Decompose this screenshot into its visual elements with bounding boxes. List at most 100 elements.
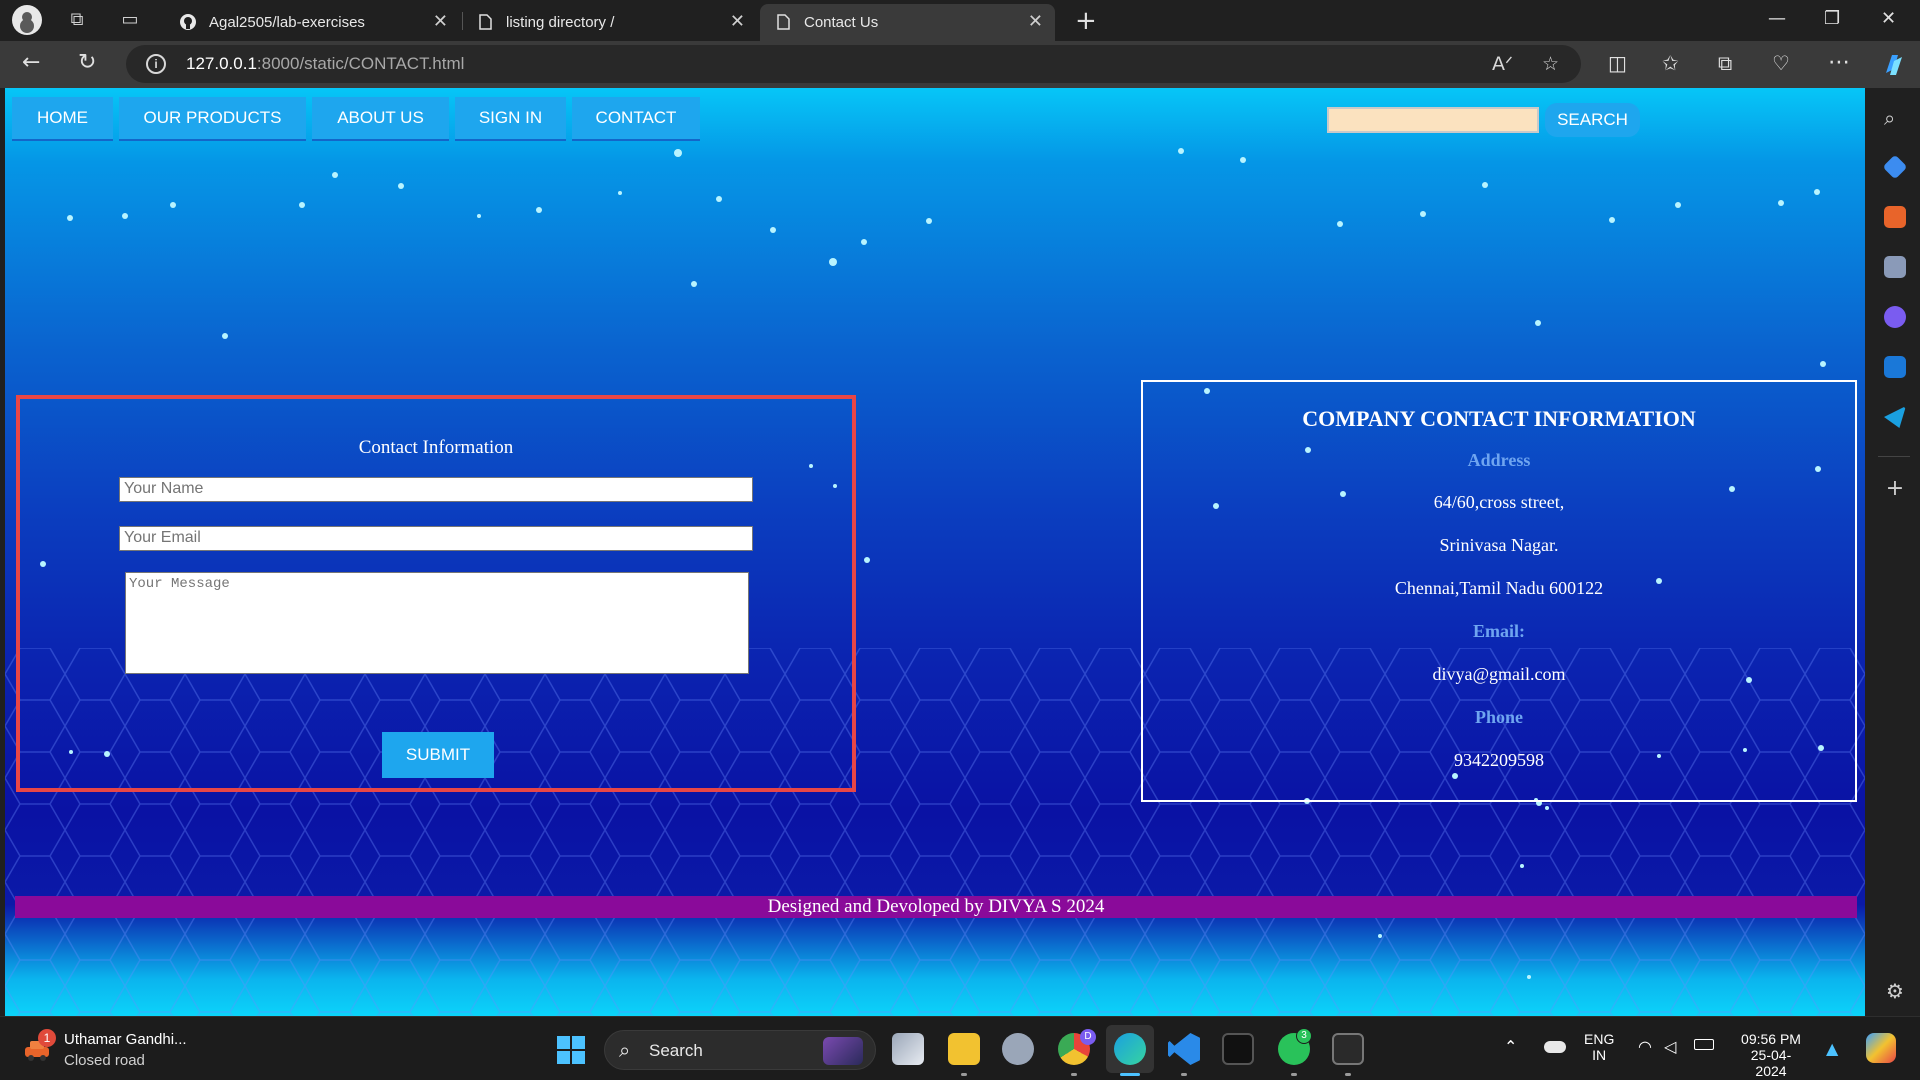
- contact-form: Contact Information Your Name Your Email…: [16, 395, 856, 792]
- terminal-window-icon[interactable]: [1222, 1033, 1254, 1065]
- more-options-icon[interactable]: ⋯: [1828, 50, 1850, 76]
- close-tab-icon[interactable]: ✕: [1028, 11, 1043, 32]
- favorites-icon[interactable]: ✩: [1662, 50, 1679, 76]
- workspaces-icon[interactable]: ⧉: [66, 9, 88, 31]
- close-tab-icon[interactable]: ✕: [433, 11, 448, 32]
- taskbar-search[interactable]: ⌕ Search: [604, 1030, 876, 1070]
- address-bar[interactable]: i 127.0.0.1:8000/static/CONTACT.html Aᐟ …: [126, 45, 1581, 83]
- menu-label: HOME: [37, 108, 88, 127]
- sidebar-search-icon[interactable]: ⌕: [1884, 106, 1906, 130]
- form-title: Contact Information: [358, 437, 514, 458]
- games-icon[interactable]: [1884, 256, 1906, 278]
- read-aloud-icon[interactable]: Aᐟ: [1492, 53, 1513, 75]
- menu-label: OUR PRODUCTS: [143, 108, 282, 127]
- vscode-icon[interactable]: [1168, 1033, 1200, 1065]
- submit-button[interactable]: SUBMIT: [382, 732, 494, 778]
- email-field[interactable]: Your Email: [119, 526, 753, 551]
- copilot-icon[interactable]: [1880, 51, 1908, 79]
- file-explorer-icon[interactable]: [948, 1033, 980, 1065]
- settings-app-icon[interactable]: [1002, 1033, 1034, 1065]
- task-view-icon[interactable]: [892, 1033, 924, 1065]
- company-email: divya@gmail.com: [1432, 664, 1566, 684]
- name-field[interactable]: Your Name: [119, 477, 753, 502]
- browser-essentials-icon[interactable]: ♡: [1772, 50, 1790, 76]
- tools-briefcase-icon[interactable]: [1884, 206, 1906, 228]
- vertical-tabs-icon[interactable]: ▭: [119, 9, 141, 31]
- clock-date: 25-04-2024: [1750, 1047, 1792, 1079]
- tab-github[interactable]: Agal2505/lab-exercises ✕: [165, 4, 460, 41]
- settings-gear-icon[interactable]: ⚙: [1884, 980, 1906, 1002]
- page-icon: [777, 14, 790, 30]
- company-title: COMPANY CONTACT INFORMATION: [1302, 406, 1696, 431]
- menu-about-us[interactable]: ABOUT US: [312, 97, 449, 141]
- close-tab-icon[interactable]: ✕: [730, 11, 745, 32]
- address-label: Address: [1467, 450, 1531, 470]
- volume-icon[interactable]: ◁: [1664, 1037, 1676, 1056]
- refresh-icon[interactable]: ↻: [78, 50, 96, 76]
- email-label: Email:: [1473, 621, 1525, 641]
- tab-title: Contact Us: [804, 14, 879, 31]
- search-icon: ⌕: [619, 1038, 631, 1062]
- language-code: ENG: [1584, 1031, 1615, 1047]
- tab-title: Agal2505/lab-exercises: [209, 14, 365, 31]
- page-viewport: HOME OUR PRODUCTS ABOUT US SIGN IN CONTA…: [5, 88, 1865, 1016]
- menu-contact[interactable]: CONTACT: [572, 97, 700, 141]
- address-line-1: 64/60,cross street,: [1433, 492, 1565, 512]
- submit-label: SUBMIT: [405, 745, 471, 764]
- copilot-taskbar-icon[interactable]: [1866, 1033, 1896, 1063]
- site-info-icon[interactable]: i: [146, 54, 166, 74]
- edge-icon[interactable]: [1114, 1033, 1146, 1065]
- wifi-icon[interactable]: ◠: [1638, 1037, 1652, 1056]
- outlook-icon[interactable]: [1884, 356, 1906, 378]
- tab-title: listing directory /: [506, 14, 615, 31]
- github-icon: [180, 14, 196, 30]
- command-prompt-icon[interactable]: [1332, 1033, 1364, 1065]
- menu-label: CONTACT: [595, 108, 677, 127]
- url-text[interactable]: 127.0.0.1:8000/static/CONTACT.html: [186, 54, 464, 74]
- chrome-profile-badge: D: [1080, 1029, 1096, 1045]
- m365-icon[interactable]: [1884, 306, 1906, 328]
- tab-contact-us[interactable]: Contact Us ✕: [760, 4, 1055, 41]
- close-window-button[interactable]: ✕: [1881, 8, 1896, 29]
- taskbar-search-label: Search: [649, 1041, 703, 1060]
- collections-icon[interactable]: ⧉: [1718, 50, 1732, 76]
- battery-icon[interactable]: [1694, 1039, 1714, 1050]
- chevron-up-icon[interactable]: ⌃: [1504, 1037, 1517, 1056]
- send-icon[interactable]: [1884, 406, 1906, 428]
- menu-our-products[interactable]: OUR PRODUCTS: [119, 97, 306, 141]
- windows-start-icon[interactable]: [556, 1035, 586, 1065]
- browser-tab-strip: ⧉ ▭ Agal2505/lab-exercises ✕ listing dir…: [0, 0, 1920, 41]
- language-indicator[interactable]: ENG IN: [1584, 1031, 1614, 1063]
- favorite-star-icon[interactable]: ☆: [1542, 53, 1559, 75]
- menu-home[interactable]: HOME: [12, 97, 113, 141]
- search-highlight-icon: [823, 1037, 863, 1065]
- new-tab-button[interactable]: +: [1075, 6, 1097, 36]
- edge-sidebar: ⌕ + ⚙: [1868, 88, 1920, 1016]
- region-code: IN: [1592, 1047, 1607, 1063]
- windows-taskbar: 1 Uthamar Gandhi... Closed road ⌕ Search…: [0, 1016, 1920, 1080]
- menu-label: SIGN IN: [478, 108, 543, 127]
- clock[interactable]: 09:56 PM 25-04-2024: [1736, 1031, 1806, 1079]
- shopping-tag-icon[interactable]: [1882, 154, 1908, 180]
- search-button[interactable]: SEARCH: [1545, 103, 1640, 137]
- news-title[interactable]: Uthamar Gandhi...: [64, 1031, 187, 1048]
- split-screen-icon[interactable]: ◫: [1608, 50, 1627, 76]
- menu-sign-in[interactable]: SIGN IN: [455, 97, 566, 141]
- address-line-2: Srinivasa Nagar.: [1439, 535, 1559, 555]
- restore-button[interactable]: ❐: [1824, 8, 1840, 29]
- address-line-3: Chennai,Tamil Nadu 600122: [1394, 578, 1604, 598]
- message-textarea[interactable]: Your Message: [125, 572, 749, 674]
- onedrive-cloud-icon[interactable]: [1544, 1041, 1566, 1053]
- browser-toolbar: ← ↻ i 127.0.0.1:8000/static/CONTACT.html…: [0, 41, 1920, 88]
- clock-time: 09:56 PM: [1741, 1031, 1801, 1047]
- search-input[interactable]: [1327, 107, 1539, 133]
- notification-bell-icon[interactable]: ▲: [1826, 1039, 1838, 1058]
- menu-label: ABOUT US: [337, 108, 424, 127]
- company-phone: 9342209598: [1454, 750, 1544, 770]
- profile-avatar-icon[interactable]: [12, 5, 42, 35]
- minimize-button[interactable]: —: [1768, 8, 1786, 29]
- company-contact-box: COMPANY CONTACT INFORMATION Address 64/6…: [1141, 380, 1857, 802]
- tab-listing-directory[interactable]: listing directory / ✕: [462, 4, 757, 41]
- back-arrow-icon[interactable]: ←: [22, 50, 40, 76]
- add-sidebar-icon[interactable]: +: [1884, 478, 1906, 500]
